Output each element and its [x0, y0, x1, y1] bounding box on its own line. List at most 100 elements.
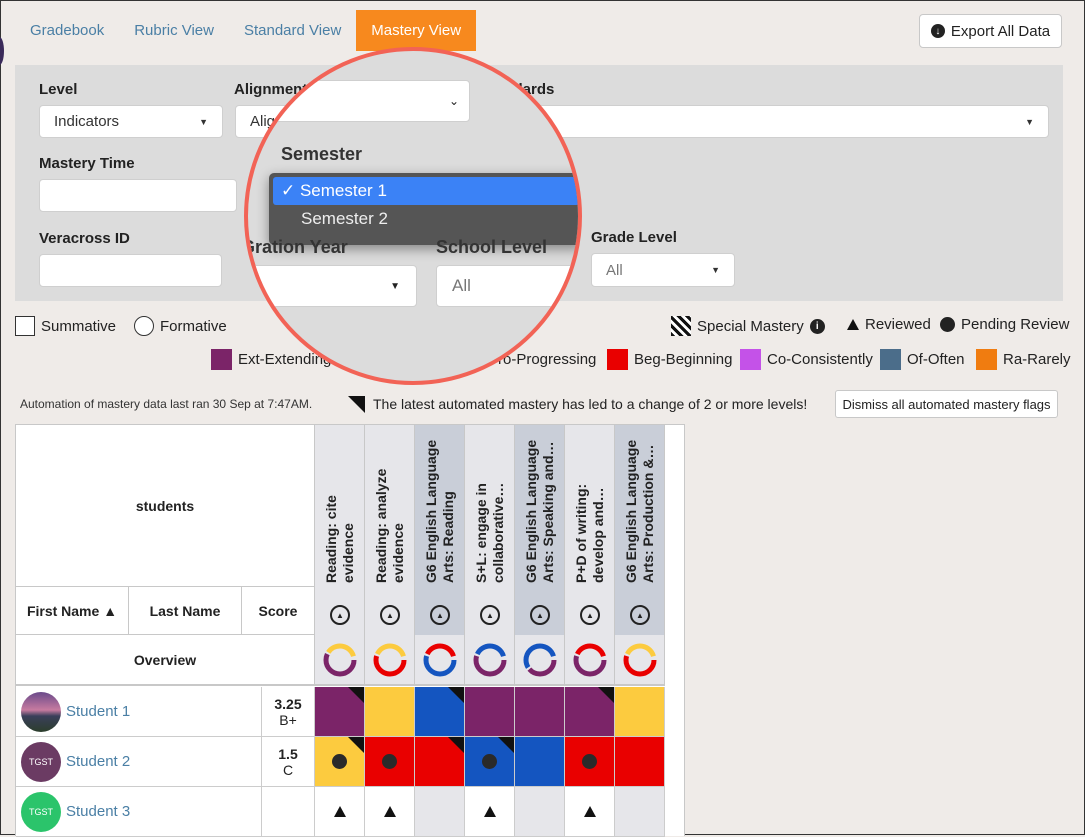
export-all-data-button[interactable]: ↓ Export All Data	[919, 14, 1062, 48]
mastery-cell[interactable]	[515, 737, 565, 787]
mastery-cell[interactable]	[415, 787, 465, 837]
standard-column-header[interactable]: P+D of writing: develop and… ▲	[565, 425, 615, 635]
legend-reviewed: Reviewed	[847, 316, 931, 333]
reviewed-triangle-icon	[583, 806, 596, 817]
graduation-year-select[interactable]: ▼	[248, 265, 417, 307]
hatch-pattern-icon	[671, 316, 691, 336]
sort-toggle-icon[interactable]: ▲	[580, 605, 600, 625]
reviewed-triangle-icon	[383, 806, 396, 817]
semester-label: Semester	[281, 144, 363, 164]
veracross-id-field[interactable]	[39, 254, 222, 287]
pending-review-dot-icon	[482, 754, 497, 769]
donut-chart-icon	[423, 643, 456, 676]
legend-level-label: Co-Consistently	[767, 351, 873, 368]
mastery-cell[interactable]	[365, 787, 415, 837]
student-name-link[interactable]: Student 2	[66, 753, 130, 770]
mastery-time-field[interactable]	[39, 179, 237, 212]
mastery-cell[interactable]	[365, 737, 415, 787]
info-icon[interactable]: i	[809, 318, 825, 334]
tab-rubric-view[interactable]: Rubric View	[119, 10, 229, 51]
standard-column-header[interactable]: G6 English Language Arts: Reading ▲	[415, 425, 465, 635]
standard-column-header[interactable]: G6 English Language Arts: Production &… …	[615, 425, 665, 635]
grade-value: C	[282, 761, 294, 778]
mastery-cell[interactable]	[465, 737, 515, 787]
automation-status-text: Automation of mastery data last ran 30 S…	[20, 397, 313, 411]
mastery-cell[interactable]	[415, 687, 465, 737]
flag-corner-icon	[498, 737, 514, 753]
view-tabs: Gradebook Rubric View Standard View Mast…	[15, 10, 477, 51]
grade-level-select[interactable]: All ▼	[591, 253, 735, 287]
overview-donut-cell	[565, 635, 615, 686]
student-name-link[interactable]: Student 1	[66, 703, 130, 720]
semester-option-label: Semester 1	[299, 181, 387, 200]
student-name-cell[interactable]: TGST Student 3	[16, 787, 262, 837]
standard-title: G6 English Language Arts: Reading	[423, 439, 456, 583]
avatar: TGST	[21, 741, 61, 782]
standard-column-header[interactable]: G6 English Language Arts: Speaking and… …	[515, 425, 565, 635]
sort-ascending-icon: ▲	[103, 602, 118, 619]
standard-column-header[interactable]: S+L: engage in collaborative… ▲	[465, 425, 515, 635]
mastery-cell[interactable]	[515, 687, 565, 737]
legend-pending-review-label: Pending Review	[961, 316, 1070, 333]
student-name-link[interactable]: Student 3	[66, 803, 130, 820]
mastery-cell[interactable]	[365, 687, 415, 737]
legend-pending-review: Pending Review	[940, 316, 1069, 333]
last-name-column-header[interactable]: Last Name	[129, 587, 242, 635]
mastery-cell[interactable]	[465, 687, 515, 737]
mastery-cell[interactable]	[315, 787, 365, 837]
score-cell: 3.25 B+	[262, 687, 315, 737]
score-column-header[interactable]: Score	[242, 587, 315, 635]
dismiss-flags-button[interactable]: Dismiss all automated mastery flags	[835, 390, 1058, 418]
mastery-cell[interactable]	[315, 737, 365, 787]
score-value: 3.25	[274, 695, 302, 712]
tab-standard-view[interactable]: Standard View	[229, 10, 356, 51]
standard-title: P+D of writing: develop and…	[573, 483, 606, 583]
level-label: Level	[39, 81, 78, 98]
alignment-select-zoomed[interactable]: ⌄	[248, 80, 470, 122]
semester-option-1[interactable]: ✓ Semester 1	[273, 177, 578, 205]
legend-special-mastery: Special Mastery i	[671, 316, 825, 336]
download-icon: ↓	[930, 24, 945, 38]
sort-toggle-icon[interactable]: ▲	[380, 605, 400, 625]
school-level-select[interactable]: All	[436, 265, 578, 307]
magnifier-overlay: ⌄ Semester ✓ Semester 1 Semester 2 Grati…	[244, 47, 582, 385]
first-name-header-label: First Name	[26, 602, 100, 619]
legend-summative: Summative	[15, 316, 116, 336]
circle-icon	[134, 316, 154, 336]
caret-down-icon: ▼	[1025, 116, 1034, 127]
standard-column-header[interactable]: Reading: analyze evidence ▲	[365, 425, 415, 635]
student-name-cell[interactable]: Student 1	[16, 687, 262, 737]
tab-gradebook[interactable]: Gradebook	[15, 10, 119, 51]
chevron-down-icon: ▼	[199, 116, 208, 127]
sort-toggle-icon[interactable]: ▲	[530, 605, 550, 625]
standard-column-header[interactable]: Reading: cite evidence ▲	[315, 425, 365, 635]
mastery-cell[interactable]	[615, 787, 665, 837]
mastery-cell[interactable]	[465, 787, 515, 837]
student-name-cell[interactable]: TGST Student 2	[16, 737, 262, 787]
left-edge-marker	[0, 37, 4, 65]
pending-review-dot-icon	[332, 754, 347, 769]
mastery-cell[interactable]	[315, 687, 365, 737]
tab-mastery-view[interactable]: Mastery View	[356, 10, 477, 51]
avatar	[21, 691, 61, 732]
mastery-cell[interactable]	[565, 787, 615, 837]
overview-label: Overview	[16, 635, 315, 686]
color-swatch	[740, 349, 761, 370]
mastery-cell[interactable]	[515, 787, 565, 837]
mastery-cell[interactable]	[415, 737, 465, 787]
sort-toggle-icon[interactable]: ▲	[630, 605, 650, 625]
legend-special-mastery-label: Special Mastery	[697, 317, 804, 335]
standard-title: G6 English Language Arts: Production &…	[623, 439, 656, 583]
level-select[interactable]: Indicators ▼	[39, 105, 223, 138]
mastery-cell[interactable]	[565, 737, 615, 787]
sort-toggle-icon[interactable]: ▲	[480, 605, 500, 625]
sort-toggle-icon[interactable]: ▲	[430, 605, 450, 625]
mastery-cell[interactable]	[615, 737, 665, 787]
first-name-column-header[interactable]: First Name ▲	[16, 587, 129, 635]
mastery-cell[interactable]	[615, 687, 665, 737]
mastery-cell[interactable]	[565, 687, 615, 737]
semester-option-2[interactable]: Semester 2	[273, 205, 578, 233]
sort-toggle-icon[interactable]: ▲	[330, 605, 350, 625]
flag-corner-icon	[348, 687, 364, 703]
legend-level-of: Of-Often	[880, 349, 965, 370]
